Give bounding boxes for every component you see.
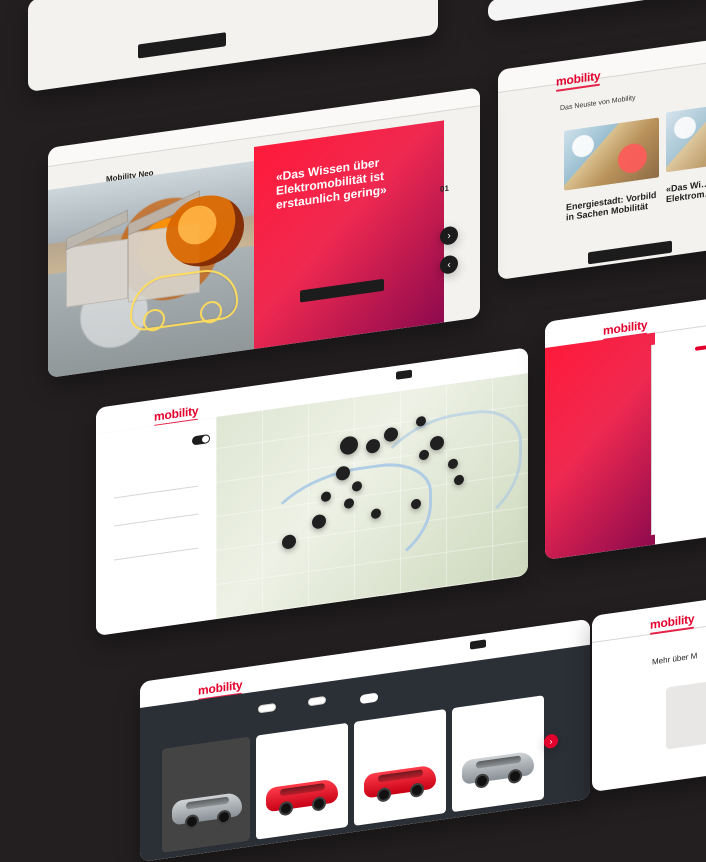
- hero-red-panel: [254, 120, 444, 350]
- hero-image: [48, 159, 268, 378]
- map-pin[interactable]: [384, 426, 398, 443]
- more-image-tile[interactable]: [666, 676, 706, 750]
- top-left-cta-button[interactable]: [138, 32, 226, 59]
- map-pin[interactable]: [454, 474, 464, 486]
- form-card-red-panel: [545, 332, 655, 560]
- news-card-photo-2[interactable]: [666, 99, 706, 173]
- hero-image-house-1: [66, 238, 128, 308]
- card-top-right: [488, 0, 706, 22]
- vehicle-3-image: [364, 764, 436, 803]
- map-pin[interactable]: [411, 498, 421, 510]
- hero-image-wheel-left: [143, 307, 165, 333]
- vehicles-card-inner: mobility ›: [140, 618, 590, 862]
- hero-pager: 01: [440, 183, 449, 194]
- card-top-left: [28, 0, 438, 92]
- news-card-inner: mobility Das Neuste von Mobility Energie…: [498, 34, 706, 280]
- map-pin[interactable]: [419, 449, 429, 461]
- vehicle-slot-1[interactable]: [162, 736, 250, 853]
- hero-next-button[interactable]: ›: [440, 225, 458, 246]
- vehicle-4-image: [462, 750, 534, 789]
- map-card-inner: mobility: [96, 347, 528, 636]
- map-pin[interactable]: [448, 458, 458, 470]
- map-pin[interactable]: [321, 490, 331, 503]
- news-card-cta-button[interactable]: [588, 240, 672, 265]
- map-pin[interactable]: [312, 513, 326, 530]
- map-pin[interactable]: [282, 533, 296, 550]
- map-field-1[interactable]: [114, 471, 198, 499]
- map-area[interactable]: [216, 373, 528, 620]
- vehicle-slot-4[interactable]: [452, 695, 544, 813]
- vehicles-card: mobility ›: [140, 618, 590, 862]
- map-left-panel: [96, 416, 217, 636]
- more-card: mobility Mehr über M: [592, 587, 706, 792]
- map-card: mobility: [96, 347, 528, 636]
- news-card-photo-1[interactable]: [564, 117, 659, 191]
- vehicle-slot-2[interactable]: [256, 722, 348, 840]
- map-field-2[interactable]: [114, 499, 198, 527]
- map-pin[interactable]: [366, 438, 380, 455]
- form-card-inner: mobility: [545, 291, 706, 560]
- more-card-inner: mobility Mehr über M: [592, 587, 706, 792]
- news-card-title: Das Neuste von Mobility: [560, 94, 636, 113]
- vehicle-1-image: [172, 791, 242, 830]
- map-toggle[interactable]: [192, 433, 210, 446]
- hero-prev-button[interactable]: ‹: [440, 254, 458, 275]
- map-pin[interactable]: [430, 435, 444, 452]
- news-card-topbar: [498, 34, 706, 93]
- map-pin[interactable]: [340, 435, 358, 456]
- vehicle-slot-3[interactable]: [354, 708, 446, 826]
- map-pin[interactable]: [416, 415, 426, 428]
- map-pin[interactable]: [344, 497, 354, 510]
- hero-card-inner: Mobility Neo «Das Wissen über Elektromob…: [48, 87, 480, 378]
- hero-card: Mobility Neo «Das Wissen über Elektromob…: [48, 87, 480, 378]
- map-pin[interactable]: [352, 480, 362, 493]
- news-card-headline-2[interactable]: «Das Wi… Elektrom… erstaun…: [666, 171, 706, 205]
- map-pins-layer: [216, 373, 528, 619]
- form-card-white-panel: [651, 328, 706, 536]
- vehicle-2-image: [266, 778, 338, 817]
- news-card-headline-1[interactable]: Energiestadt: Vorbild in Sachen Mobilitä…: [566, 190, 658, 224]
- map-field-3[interactable]: [114, 533, 198, 561]
- map-pin[interactable]: [371, 507, 381, 520]
- more-title: Mehr über M: [652, 651, 698, 667]
- map-pin[interactable]: [336, 465, 350, 482]
- news-card: mobility Das Neuste von Mobility Energie…: [498, 34, 706, 280]
- form-card: mobility: [545, 291, 706, 560]
- card-top-left-inner: [28, 0, 438, 92]
